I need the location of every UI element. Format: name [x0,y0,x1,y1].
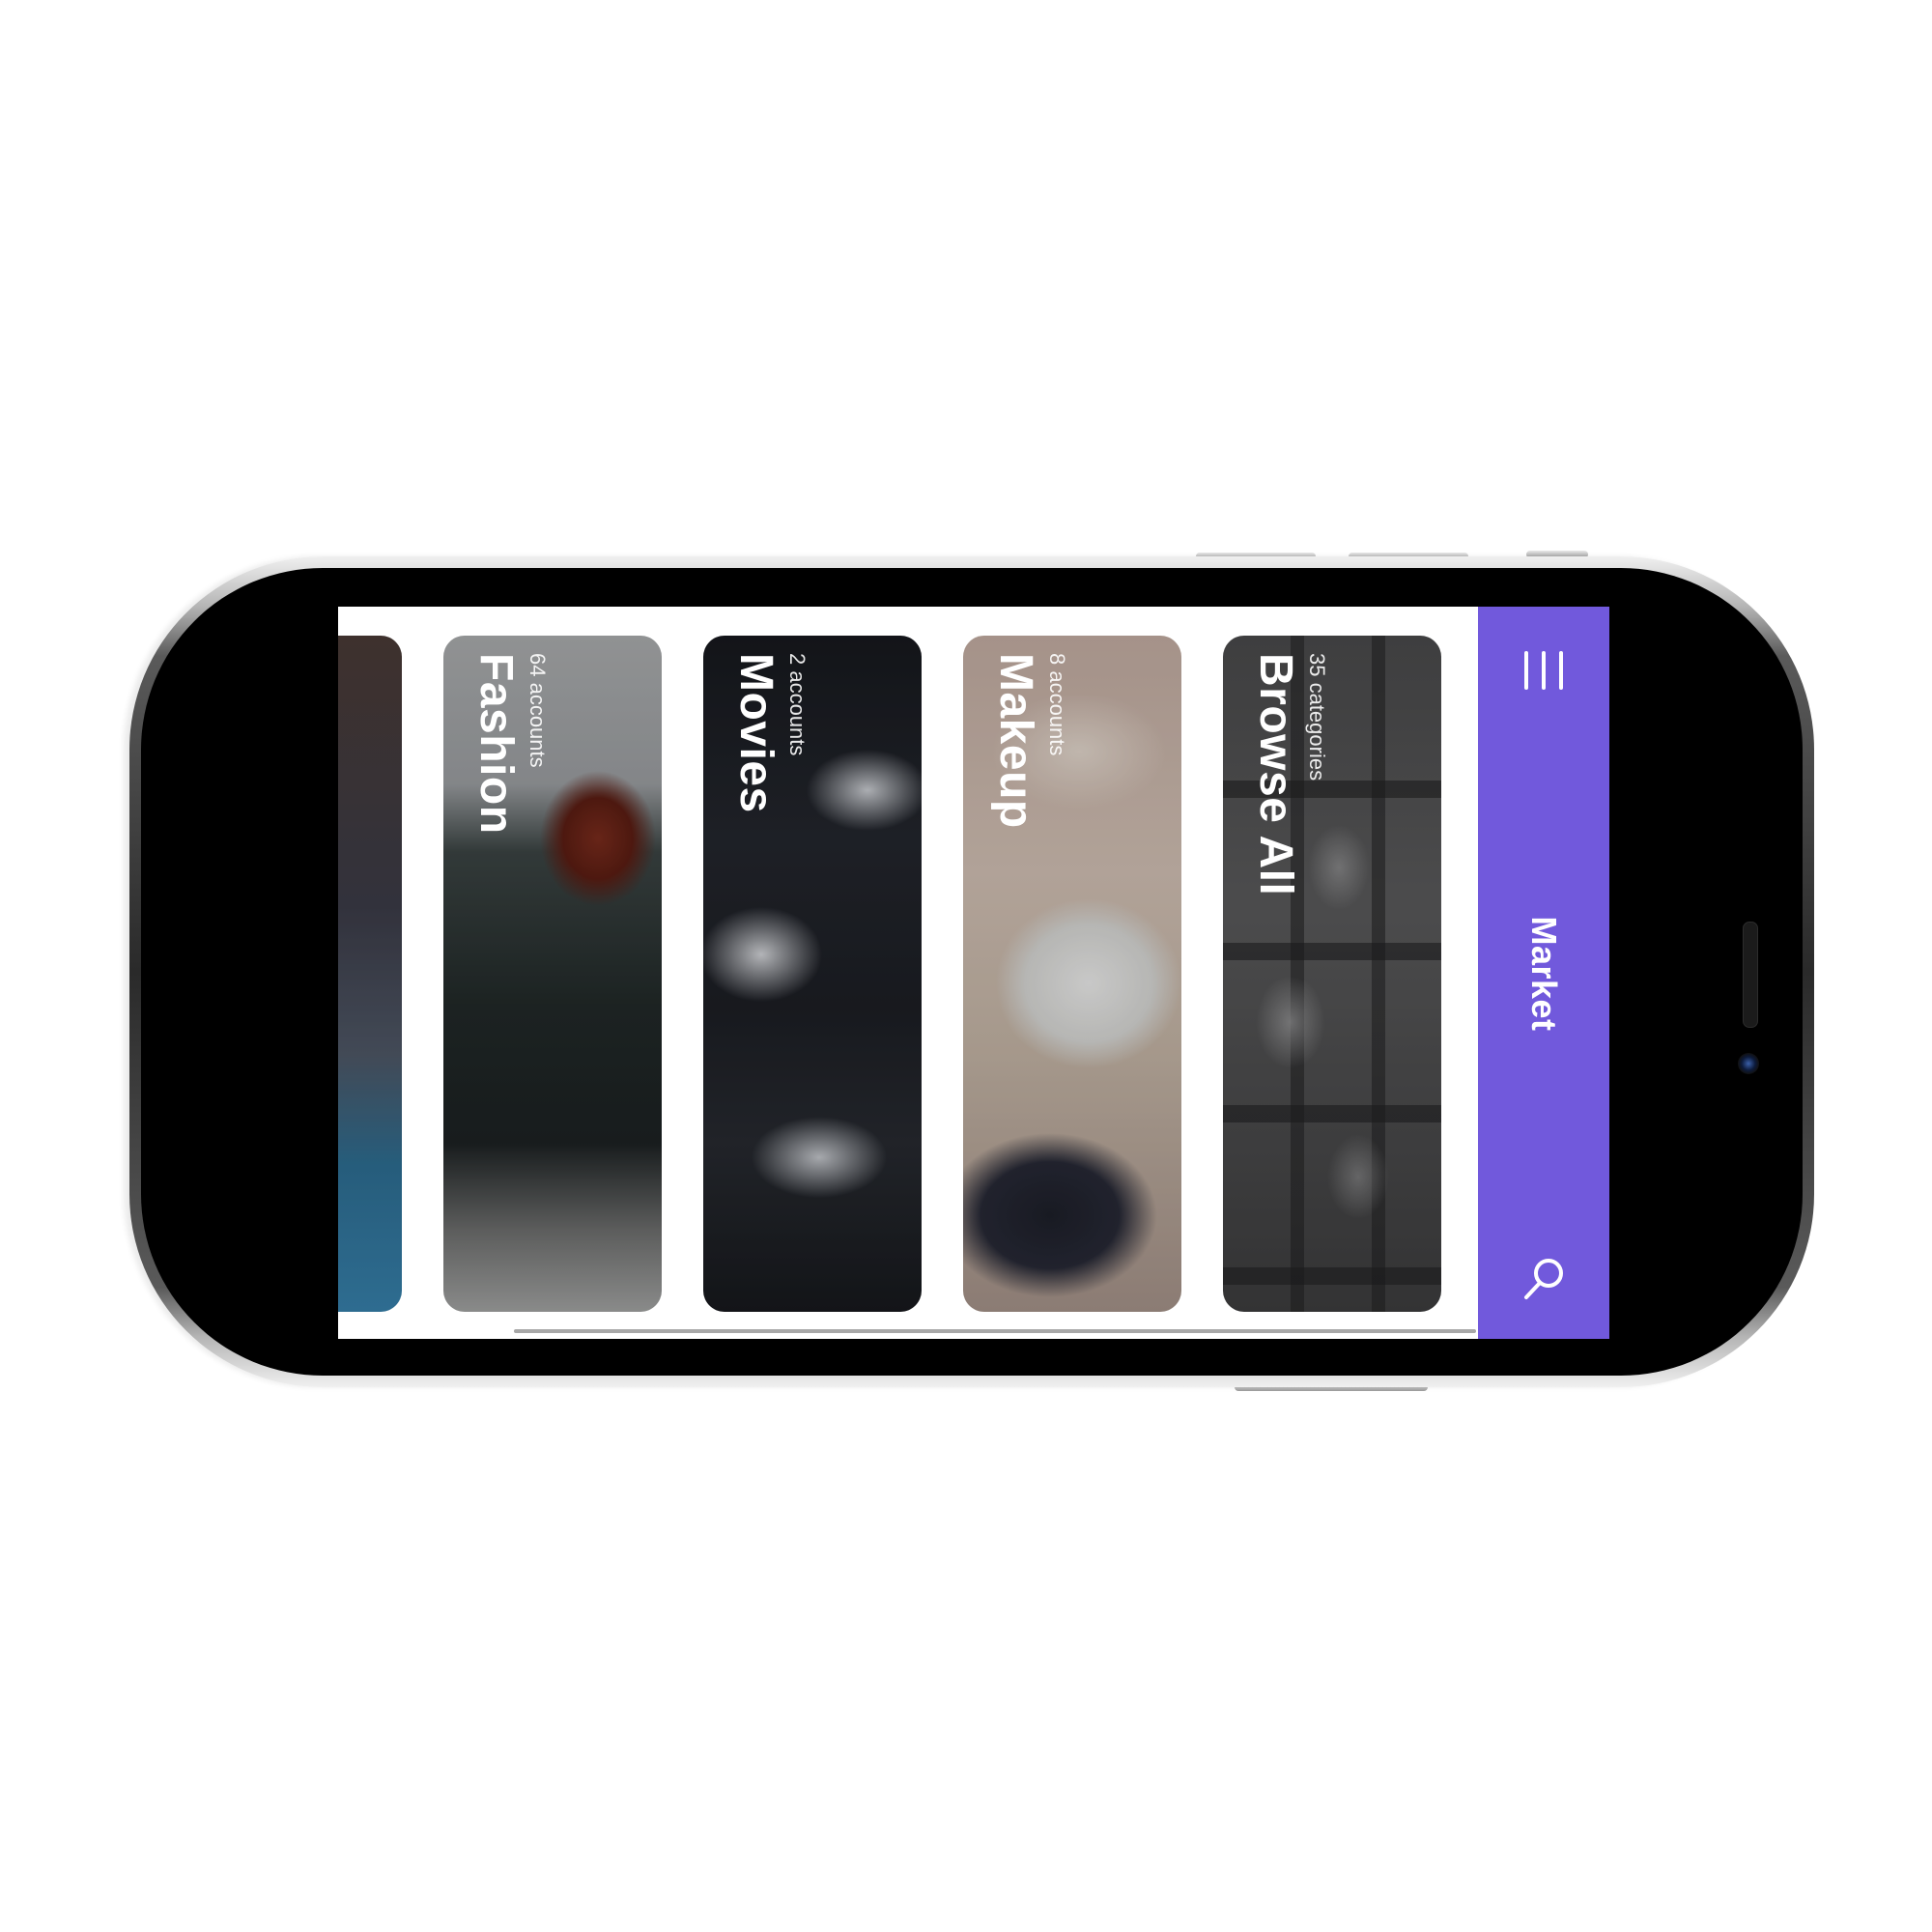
card-count: 2 accounts [785,653,810,756]
search-icon[interactable] [1519,1254,1569,1304]
app-title: Market [1524,916,1564,1032]
card-title: Browse All [1250,653,1301,896]
card-overlay [338,636,402,1312]
earpiece-speaker [1743,922,1758,1028]
card-text: 8 accounts Makeup [990,653,1069,829]
horizontal-scroll-indicator[interactable] [514,1329,1476,1333]
card-count: 35 categories [1305,653,1329,781]
card-title: Movies [730,653,781,813]
card-text: 64 accounts Fashion [470,653,550,835]
menu-icon[interactable] [1522,651,1565,690]
category-card-movies[interactable]: 2 accounts Movies [703,636,922,1312]
front-camera [1738,1053,1759,1074]
category-card-makeup[interactable]: 8 accounts Makeup [963,636,1181,1312]
card-text: 35 categories Browse All [1250,653,1329,895]
app-bar: Market [1478,607,1609,1339]
card-title: Fashion [470,653,522,835]
category-card-fashion[interactable]: 64 accounts Fashion [443,636,662,1312]
card-title: Makeup [990,653,1041,829]
card-count: 64 accounts [526,653,550,768]
app-screen: 64 accounts Fashion 2 accounts Movies 8 … [338,607,1609,1339]
category-card-browse-all[interactable]: 35 categories Browse All [1223,636,1441,1312]
device-mockup: 64 accounts Fashion 2 accounts Movies 8 … [0,0,1932,1932]
category-card-partial[interactable] [338,636,402,1312]
card-text: 2 accounts Movies [730,653,810,813]
card-count: 8 accounts [1045,653,1069,756]
